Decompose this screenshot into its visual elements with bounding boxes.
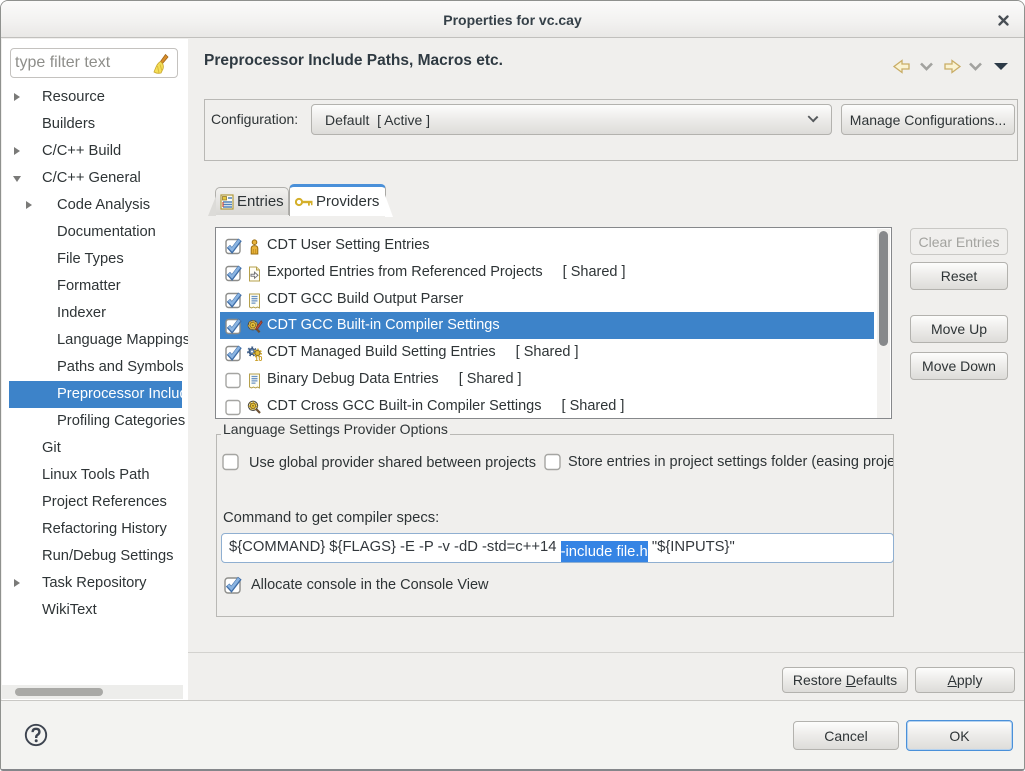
- svg-text:10: 10: [255, 356, 263, 362]
